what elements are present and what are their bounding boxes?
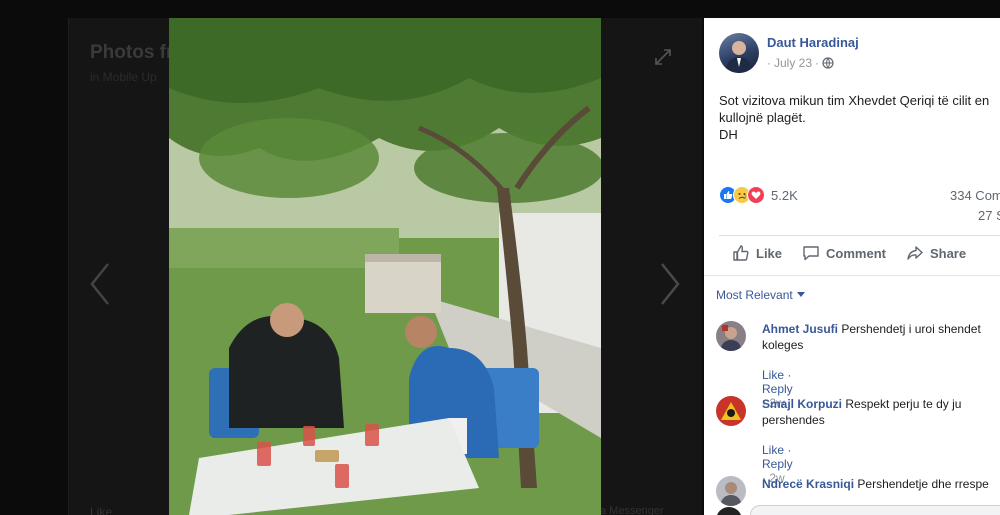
divider — [704, 275, 1000, 276]
caret-down-icon — [796, 292, 805, 297]
post-meta: · July 23 · — [767, 56, 834, 70]
post-photo — [169, 18, 601, 515]
shares-count-link[interactable]: 27 S — [978, 208, 1000, 223]
post-date-link[interactable]: July 23 — [774, 56, 812, 70]
commenter-name-link[interactable]: Smajl Korpuzi — [762, 397, 842, 411]
comment-bubble: Ndrecë Krasniqi Pershendetje dhe rrespe — [762, 476, 1000, 492]
like-button-label: Like — [756, 245, 783, 261]
divider — [719, 235, 1000, 236]
commenter-avatar[interactable] — [716, 396, 746, 426]
comment-button[interactable]: Comment — [802, 244, 886, 262]
comment-like-link[interactable]: Like — [762, 443, 784, 457]
commenter-avatar[interactable] — [716, 476, 746, 506]
post-text: Sot vizitova mikun tim Xhevdet Qeriqi të… — [719, 93, 990, 142]
globe-icon[interactable] — [822, 57, 834, 69]
share-button[interactable]: Share — [906, 244, 966, 262]
commenter-name-link[interactable]: Ndrecë Krasniqi — [762, 477, 854, 491]
comment-reply-link[interactable]: Reply — [762, 457, 793, 471]
comment-like-link[interactable]: Like — [762, 368, 784, 382]
comment-text: Pershendetje dhe rrespe — [857, 477, 989, 491]
commenter-name-link[interactable]: Ahmet Jusufi — [762, 322, 838, 336]
author-name-link[interactable]: Daut Haradinaj — [767, 35, 859, 50]
thumbs-up-icon — [733, 245, 749, 261]
comments-list: Ahmet Jusufi Pershendetj i uroi shendet … — [704, 310, 1000, 515]
share-icon — [907, 246, 923, 260]
love-reaction-icon — [747, 186, 765, 204]
author-avatar[interactable] — [719, 33, 759, 73]
like-button[interactable]: Like — [732, 244, 782, 262]
reactions-count: 5.2K — [771, 187, 798, 203]
reactions-summary[interactable]: 5.2K — [719, 186, 798, 204]
share-button-label: Share — [929, 245, 967, 261]
previous-photo-icon[interactable] — [88, 262, 112, 306]
comments-count-link[interactable]: 334 Com — [950, 188, 1000, 203]
post-sidebar: Daut Haradinaj · July 23 · Sot vizitova … — [704, 18, 1000, 515]
next-photo-icon[interactable] — [658, 262, 682, 306]
comment-icon — [803, 246, 819, 261]
comment-button-label: Comment — [826, 245, 886, 261]
dimmed-album-subtitle: in Mobile Up — [90, 70, 157, 84]
comment-bubble: Smajl Korpuzi Respekt perju te dy ju per… — [762, 396, 1000, 428]
comments-filter-label: Most Relevant — [716, 288, 793, 302]
dimmed-album-title: Photos fr — [90, 42, 174, 63]
dimmed-like-link: Like — [90, 505, 113, 515]
comment-bubble: Ahmet Jusufi Pershendetj i uroi shendet … — [762, 321, 1000, 353]
expand-icon[interactable] — [654, 48, 672, 66]
write-comment-input[interactable] — [750, 505, 1000, 515]
dimmed-messenger-link: a Messenger — [600, 505, 664, 515]
comment-reply-link[interactable]: Reply — [762, 382, 793, 396]
commenter-avatar[interactable] — [716, 321, 746, 351]
comments-filter-dropdown[interactable]: Most Relevant — [716, 288, 805, 302]
post-actions: Like Comment Share — [732, 244, 966, 262]
